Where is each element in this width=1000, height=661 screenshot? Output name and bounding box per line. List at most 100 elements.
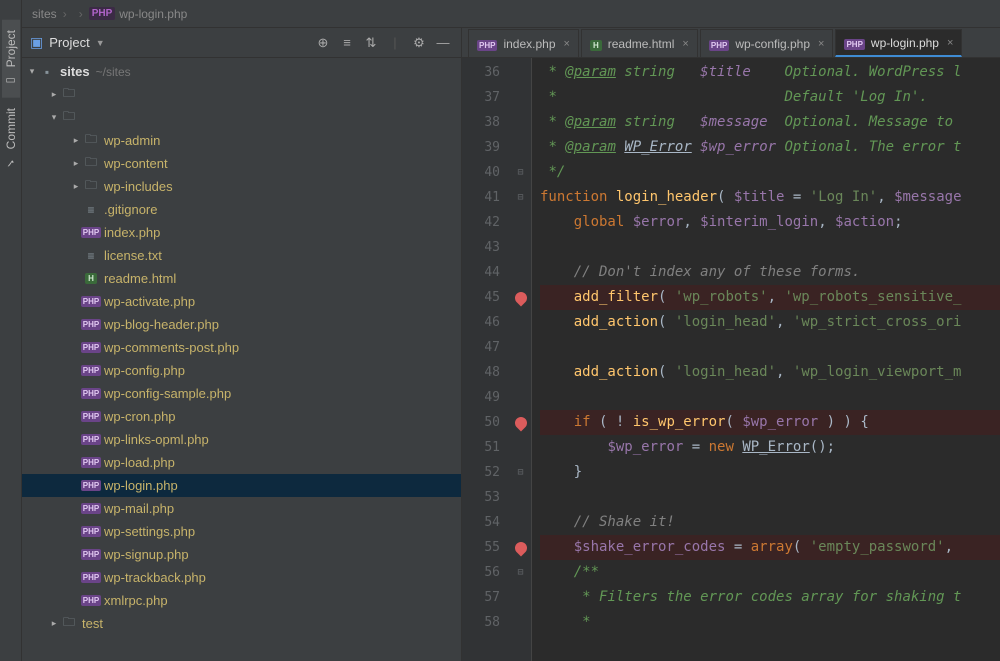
chevron-right-icon[interactable]: ▸ bbox=[70, 135, 82, 146]
chevron-down-icon[interactable]: ▾ bbox=[26, 66, 38, 77]
chevron-right-icon[interactable]: ▸ bbox=[70, 158, 82, 169]
gutter-cell[interactable]: ⊟ bbox=[510, 460, 531, 485]
gutter-cell[interactable] bbox=[510, 385, 531, 410]
fold-icon[interactable]: ⊟ bbox=[517, 567, 523, 578]
tree-file[interactable]: ▸ PHP wp-load.php bbox=[22, 451, 461, 474]
gutter-cell[interactable] bbox=[510, 535, 531, 560]
code-line[interactable]: global $error, $interim_login, $action; bbox=[540, 210, 1000, 235]
breakpoint-icon[interactable] bbox=[512, 414, 529, 431]
gutter-cell[interactable] bbox=[510, 585, 531, 610]
tree-file[interactable]: ▸ PHP wp-login.php bbox=[22, 474, 461, 497]
expand-all-button[interactable]: ≡ bbox=[337, 33, 357, 53]
code-line[interactable]: * Default 'Log In'. bbox=[540, 85, 1000, 110]
gutter-cell[interactable] bbox=[510, 85, 531, 110]
gutter-cell[interactable]: ⊟ bbox=[510, 160, 531, 185]
code-line[interactable]: function login_header( $title = 'Log In'… bbox=[540, 185, 1000, 210]
breakpoint-icon[interactable] bbox=[512, 539, 529, 556]
gutter-cell[interactable] bbox=[510, 310, 531, 335]
tree-file[interactable]: ▸ ≡ .gitignore bbox=[22, 198, 461, 221]
rail-tab-project[interactable]: ▭ Project bbox=[2, 20, 20, 98]
tree-file[interactable]: ▸ PHP wp-mail.php bbox=[22, 497, 461, 520]
tree-folder[interactable]: ▸ 🗀 test bbox=[22, 612, 461, 635]
editor-tab[interactable]: H readme.html × bbox=[581, 29, 698, 57]
code-line[interactable]: } bbox=[540, 460, 1000, 485]
gutter-cell[interactable] bbox=[510, 360, 531, 385]
hide-button[interactable]: — bbox=[433, 33, 453, 53]
code-line[interactable] bbox=[540, 335, 1000, 360]
rail-tab-commit[interactable]: ✓ Commit bbox=[2, 98, 20, 180]
tree-file[interactable]: ▸ PHP wp-links-opml.php bbox=[22, 428, 461, 451]
code-line[interactable]: * @param string $message Optional. Messa… bbox=[540, 110, 1000, 135]
tree-folder[interactable]: ▾ 🗀 bbox=[22, 106, 461, 129]
tree-folder[interactable]: ▸ 🗀 wp-includes bbox=[22, 175, 461, 198]
gutter-cell[interactable] bbox=[510, 610, 531, 635]
tree-file[interactable]: ▸ PHP wp-trackback.php bbox=[22, 566, 461, 589]
tree-file[interactable]: ▸ PHP wp-blog-header.php bbox=[22, 313, 461, 336]
code-line[interactable]: add_action( 'login_head', 'wp_login_view… bbox=[540, 360, 1000, 385]
tree-root[interactable]: ▾ ▪ sites ~/sites bbox=[22, 60, 461, 83]
editor-tab[interactable]: PHP wp-login.php × bbox=[835, 29, 962, 57]
breadcrumb-root[interactable]: sites bbox=[32, 7, 57, 21]
close-icon[interactable]: × bbox=[947, 37, 953, 49]
tree-file[interactable]: ▸ H readme.html bbox=[22, 267, 461, 290]
tree-file[interactable]: ▸ PHP wp-settings.php bbox=[22, 520, 461, 543]
code-line[interactable]: * @param string $title Optional. WordPre… bbox=[540, 60, 1000, 85]
gutter-cell[interactable] bbox=[510, 235, 531, 260]
gutter-cell[interactable] bbox=[510, 410, 531, 435]
code-line[interactable]: add_action( 'login_head', 'wp_strict_cro… bbox=[540, 310, 1000, 335]
tree-file[interactable]: ▸ PHP wp-cron.php bbox=[22, 405, 461, 428]
editor-tab[interactable]: PHP wp-config.php × bbox=[700, 29, 834, 57]
gear-icon[interactable]: ⚙ bbox=[409, 33, 429, 53]
chevron-down-icon[interactable]: ▾ bbox=[48, 112, 60, 123]
tree-file[interactable]: ▸ ≡ license.txt bbox=[22, 244, 461, 267]
gutter-cell[interactable]: ⊟ bbox=[510, 560, 531, 585]
gutter-cell[interactable] bbox=[510, 110, 531, 135]
tree-file[interactable]: ▸ PHP wp-config.php bbox=[22, 359, 461, 382]
code-line[interactable]: add_filter( 'wp_robots', 'wp_robots_sens… bbox=[540, 285, 1000, 310]
tree-file[interactable]: ▸ PHP wp-signup.php bbox=[22, 543, 461, 566]
gutter-cell[interactable] bbox=[510, 60, 531, 85]
editor-tab[interactable]: PHP index.php × bbox=[468, 29, 579, 57]
tree-file[interactable]: ▸ PHP wp-comments-post.php bbox=[22, 336, 461, 359]
chevron-right-icon[interactable]: ▸ bbox=[48, 618, 60, 629]
code-line[interactable]: /** bbox=[540, 560, 1000, 585]
project-tree[interactable]: ▾ ▪ sites ~/sites ▸ 🗀 ▾ 🗀 ▸ 🗀 wp-admin ▸… bbox=[22, 58, 461, 661]
code-line[interactable]: */ bbox=[540, 160, 1000, 185]
chevron-right-icon[interactable]: ▸ bbox=[70, 181, 82, 192]
gutter-cell[interactable]: ⊟ bbox=[510, 185, 531, 210]
code-line[interactable]: // Don't index any of these forms. bbox=[540, 260, 1000, 285]
code-line[interactable] bbox=[540, 485, 1000, 510]
code-editor[interactable]: 3637383940414243444546474849505152535455… bbox=[462, 58, 1000, 661]
breadcrumb-file[interactable]: wp-login.php bbox=[119, 7, 187, 21]
code-area[interactable]: * @param string $title Optional. WordPre… bbox=[532, 58, 1000, 661]
code-line[interactable]: * Filters the error codes array for shak… bbox=[540, 585, 1000, 610]
tree-folder[interactable]: ▸ 🗀 wp-content bbox=[22, 152, 461, 175]
code-line[interactable]: * @param WP_Error $wp_error Optional. Th… bbox=[540, 135, 1000, 160]
close-icon[interactable]: × bbox=[682, 38, 688, 50]
tree-folder[interactable]: ▸ 🗀 wp-admin bbox=[22, 129, 461, 152]
tree-file[interactable]: ▸ PHP xmlrpc.php bbox=[22, 589, 461, 612]
breakpoint-icon[interactable] bbox=[512, 289, 529, 306]
code-line[interactable]: $shake_error_codes = array( 'empty_passw… bbox=[540, 535, 1000, 560]
close-icon[interactable]: × bbox=[564, 38, 570, 50]
code-line[interactable]: // Shake it! bbox=[540, 510, 1000, 535]
tree-file[interactable]: ▸ PHP index.php bbox=[22, 221, 461, 244]
gutter-cell[interactable] bbox=[510, 485, 531, 510]
fold-icon[interactable]: ⊟ bbox=[517, 192, 523, 203]
gutter-cell[interactable] bbox=[510, 135, 531, 160]
gutter-cell[interactable] bbox=[510, 510, 531, 535]
tree-file[interactable]: ▸ PHP wp-config-sample.php bbox=[22, 382, 461, 405]
gutter-cell[interactable] bbox=[510, 335, 531, 360]
code-line[interactable]: $wp_error = new WP_Error(); bbox=[540, 435, 1000, 460]
tree-folder[interactable]: ▸ 🗀 bbox=[22, 83, 461, 106]
close-icon[interactable]: × bbox=[818, 38, 824, 50]
locate-button[interactable]: ⊕ bbox=[313, 33, 333, 53]
gutter-cell[interactable] bbox=[510, 260, 531, 285]
code-line[interactable] bbox=[540, 235, 1000, 260]
chevron-right-icon[interactable]: ▸ bbox=[48, 89, 60, 100]
gutter-cell[interactable] bbox=[510, 285, 531, 310]
gutter-cell[interactable] bbox=[510, 435, 531, 460]
gutter-cell[interactable] bbox=[510, 210, 531, 235]
code-line[interactable] bbox=[540, 385, 1000, 410]
fold-icon[interactable]: ⊟ bbox=[517, 467, 523, 478]
